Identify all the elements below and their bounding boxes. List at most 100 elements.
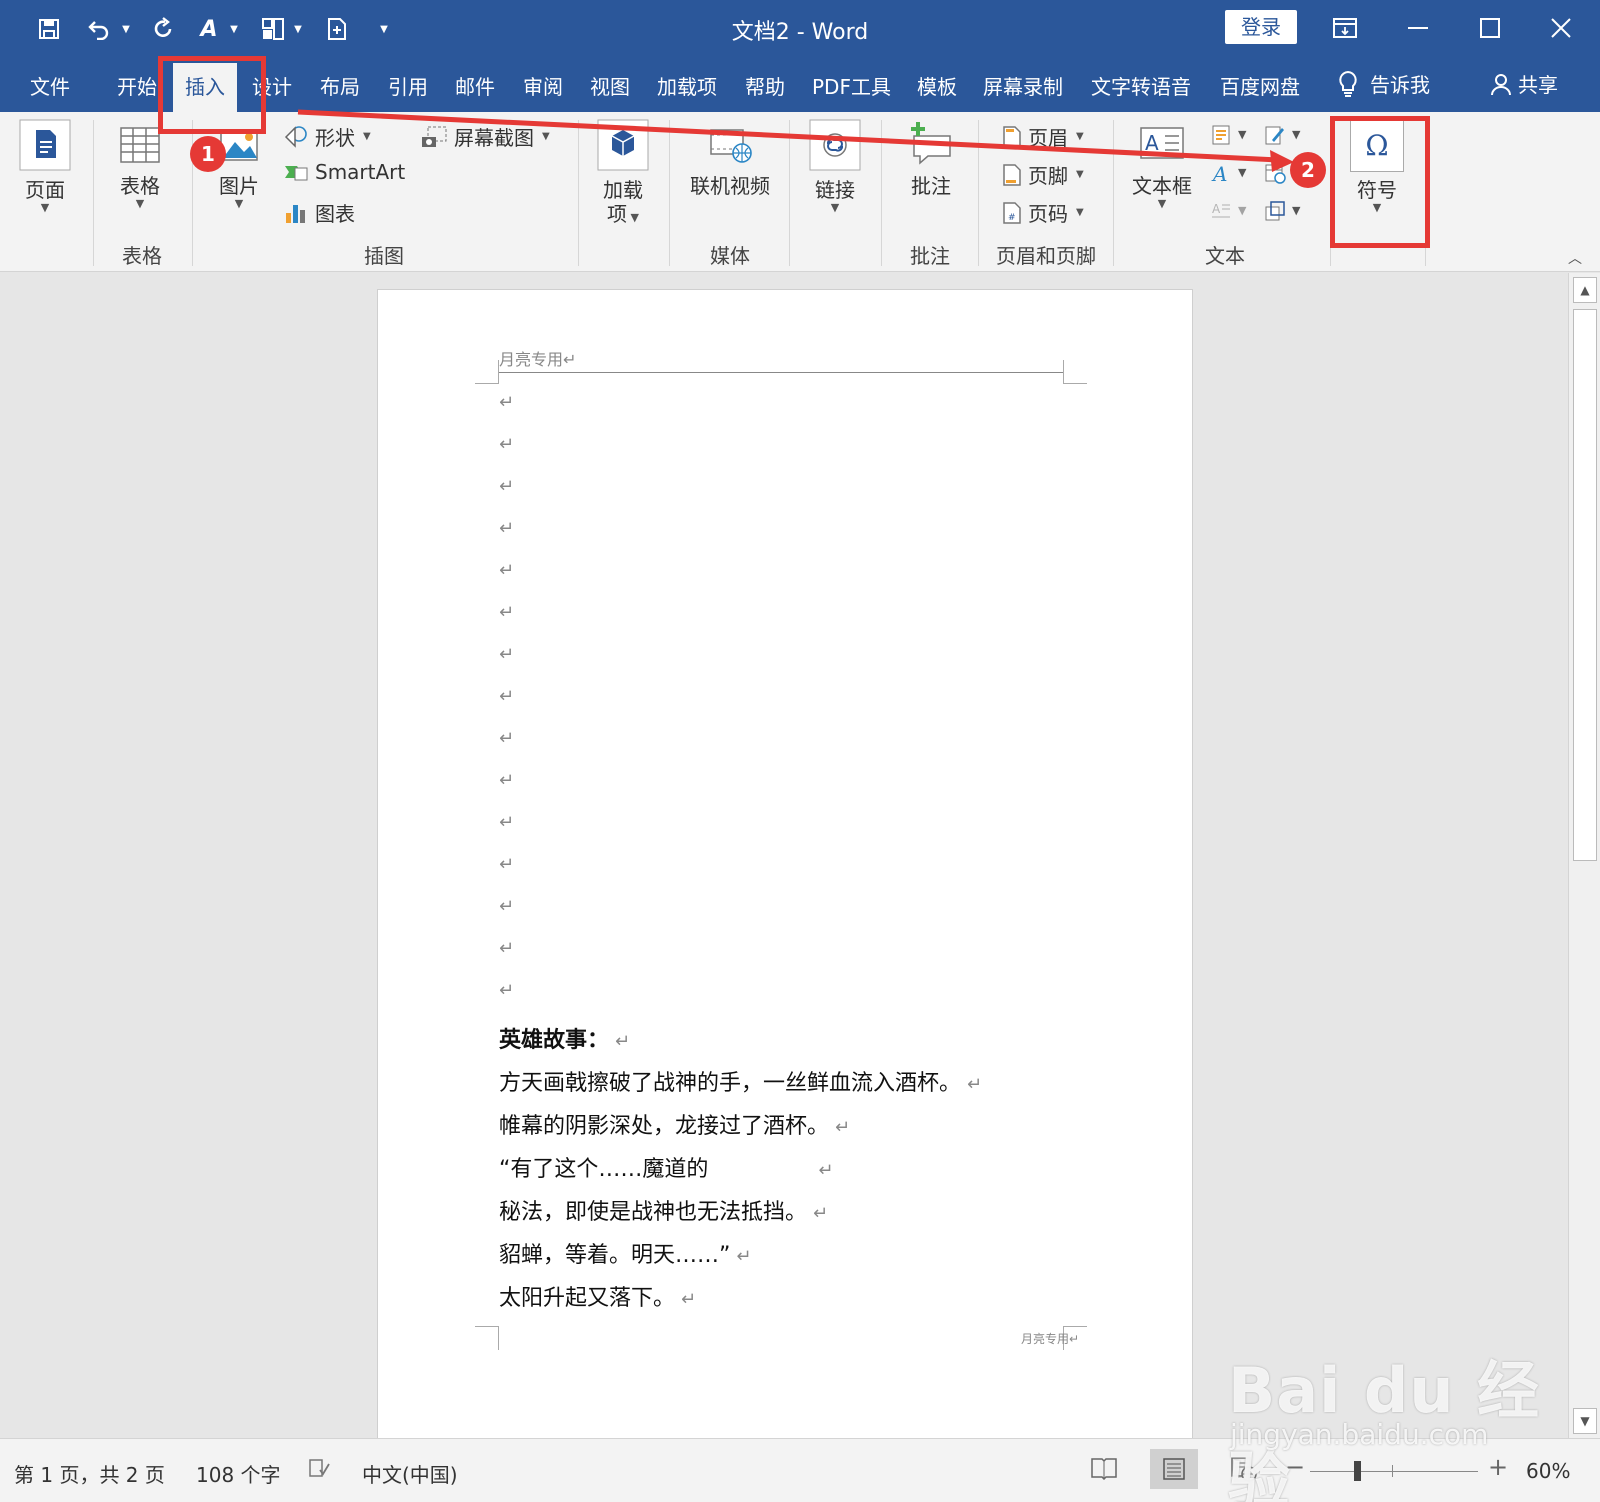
- addins-button[interactable]: 加载 项 ▼: [596, 118, 650, 226]
- page-count[interactable]: 第 1 页，共 2 页: [14, 1459, 165, 1488]
- language-indicator[interactable]: 中文(中国): [362, 1459, 458, 1488]
- online-video-button[interactable]: 联机视频: [690, 118, 770, 198]
- header-label: 页眉: [1028, 126, 1068, 150]
- comment-button[interactable]: 批注: [906, 118, 956, 198]
- textbox-button[interactable]: A 文本框 ▼: [1132, 118, 1192, 210]
- tab-templates[interactable]: 模板: [917, 71, 957, 100]
- body-line[interactable]: 帷幕的阴影深处，龙接过了酒杯。 ↵: [499, 1108, 850, 1140]
- date-time-button[interactable]: [1264, 162, 1286, 184]
- heading-line[interactable]: 英雄故事： ↵: [499, 1022, 630, 1054]
- tell-me-search[interactable]: 告诉我: [1338, 69, 1430, 98]
- calendar-icon: [1265, 164, 1286, 184]
- print-layout-icon[interactable]: [1150, 1449, 1198, 1489]
- word-count[interactable]: 108 个字: [196, 1459, 281, 1488]
- screenshot-button[interactable]: 屏幕截图 ▼: [420, 122, 550, 151]
- empty-paragraph-mark: ↵: [499, 728, 515, 749]
- tab-screen-record[interactable]: 屏幕录制: [983, 71, 1063, 100]
- header-button[interactable]: 页眉 ▼: [1002, 122, 1084, 151]
- signature-dropdown-icon: ▼: [1292, 128, 1301, 141]
- footer-dropdown-icon: ▼: [1076, 168, 1084, 180]
- page-number-button[interactable]: # 页码 ▼: [1002, 198, 1084, 227]
- group-label-illustrations: 插图: [364, 244, 404, 268]
- body-line-text: 秘法，即使是战神也无法抵挡。: [499, 1200, 808, 1225]
- addins-label-line2: 项: [607, 202, 628, 226]
- document-page[interactable]: 月亮专用↵ 英雄故事： ↵ 方天画戟擦破了战神的手，一丝鲜血流入酒杯。 ↵ 帷幕的阴…: [377, 289, 1193, 1438]
- group-label-text: 文本: [1205, 244, 1245, 268]
- header-dropdown-icon: ▼: [1076, 130, 1084, 142]
- tab-text-to-speech[interactable]: 文字转语音: [1091, 71, 1191, 100]
- body-line[interactable]: 太阳升起又落下。 ↵: [499, 1280, 696, 1312]
- group-label-tables: 表格: [122, 244, 162, 268]
- tab-references[interactable]: 引用: [388, 71, 428, 100]
- screenshot-dropdown-icon: ▼: [542, 130, 550, 142]
- empty-paragraph-mark: ↵: [499, 434, 515, 455]
- tab-help[interactable]: 帮助: [745, 71, 785, 100]
- wordart-button[interactable]: A ▼: [1210, 162, 1246, 184]
- tab-view[interactable]: 视图: [590, 71, 630, 100]
- vertical-scrollbar[interactable]: ▲ ▼: [1568, 273, 1600, 1438]
- ribbon-separator: [578, 120, 579, 266]
- page-icon: [19, 119, 71, 171]
- body-line[interactable]: 貂蝉，等着。明天……” ↵: [499, 1237, 752, 1269]
- body-line[interactable]: 秘法，即使是战神也无法抵挡。 ↵: [499, 1194, 828, 1226]
- share-button[interactable]: 共享: [1490, 69, 1558, 98]
- tab-addins[interactable]: 加载项: [657, 71, 717, 100]
- link-icon: [809, 119, 861, 171]
- minimize-icon[interactable]: [1395, 10, 1441, 46]
- screenshot-icon: [422, 126, 447, 147]
- store-icon: [597, 119, 649, 171]
- paragraph-mark: ↵: [967, 1074, 983, 1095]
- paragraph-mark: ↵: [818, 1160, 834, 1181]
- header-border-line: [499, 372, 1063, 373]
- body-line[interactable]: 方天画戟擦破了战神的手，一丝鲜血流入酒杯。 ↵: [499, 1065, 982, 1097]
- maximize-icon[interactable]: [1467, 10, 1513, 46]
- scroll-up-icon[interactable]: ▲: [1573, 277, 1597, 303]
- tab-home[interactable]: 开始: [117, 71, 157, 100]
- paragraph-mark: ↵: [615, 1031, 631, 1052]
- online-video-icon: [710, 129, 752, 163]
- close-icon[interactable]: [1538, 10, 1584, 46]
- proofing-icon[interactable]: [308, 1457, 330, 1484]
- read-mode-icon[interactable]: [1090, 1456, 1118, 1485]
- tab-mailings[interactable]: 邮件: [455, 71, 495, 100]
- empty-paragraph-mark: ↵: [499, 770, 515, 791]
- ribbon-separator: [881, 120, 882, 266]
- highlight-insert-tab: [158, 56, 266, 134]
- chart-button[interactable]: 图表: [283, 198, 355, 227]
- svg-text:#: #: [1008, 213, 1016, 223]
- page-number-dropdown-icon: ▼: [1076, 206, 1084, 218]
- pages-button[interactable]: 页面 ▼: [18, 118, 72, 214]
- tab-pdf-tools[interactable]: PDF工具: [812, 71, 891, 100]
- collapse-ribbon-icon[interactable]: ︿: [1568, 248, 1582, 268]
- tab-review[interactable]: 审阅: [523, 71, 563, 100]
- tab-baidu-netdisk[interactable]: 百度网盘: [1220, 71, 1300, 100]
- login-button[interactable]: 登录: [1225, 10, 1297, 44]
- tab-file[interactable]: 文件: [30, 71, 70, 100]
- empty-paragraph-mark: ↵: [499, 476, 515, 497]
- chart-label: 图表: [315, 202, 355, 226]
- quick-parts-button[interactable]: ▼: [1210, 124, 1246, 146]
- crop-mark-bottom-left: [475, 1326, 499, 1350]
- ribbon-display-options-icon[interactable]: [1322, 10, 1368, 46]
- person-icon: [1491, 73, 1511, 95]
- links-button[interactable]: 链接 ▼: [808, 118, 862, 214]
- footer-button[interactable]: 页脚 ▼: [1002, 160, 1084, 189]
- document-workspace: 月亮专用↵ 英雄故事： ↵ 方天画戟擦破了战神的手，一丝鲜血流入酒杯。 ↵ 帷幕的阴…: [0, 273, 1568, 1438]
- title-bar: ▼ A ▼ ▼ ▼ 文档2 - Word 登录: [0, 0, 1600, 57]
- shapes-button[interactable]: 形状 ▼: [283, 122, 371, 151]
- tab-layout[interactable]: 布局: [320, 71, 360, 100]
- smartart-button[interactable]: SmartArt: [283, 160, 405, 184]
- header-icon: [1003, 125, 1021, 148]
- body-line[interactable]: “有了这个……魔道的 ↵: [499, 1151, 834, 1183]
- table-button[interactable]: 表格 ▼: [118, 118, 162, 210]
- svg-text:A: A: [1212, 202, 1221, 216]
- footer-text[interactable]: 月亮专用↵: [1021, 1330, 1079, 1347]
- crop-mark-top-right: [1063, 360, 1087, 384]
- drop-cap-button[interactable]: A ▼: [1210, 200, 1246, 222]
- header-text[interactable]: 月亮专用↵: [499, 346, 576, 370]
- quick-parts-dropdown-icon: ▼: [1238, 128, 1247, 141]
- object-button[interactable]: ▼: [1264, 200, 1300, 222]
- signature-line-button[interactable]: ▼: [1264, 124, 1300, 146]
- scrollbar-thumb[interactable]: [1573, 309, 1597, 861]
- comment-label: 批注: [911, 174, 951, 198]
